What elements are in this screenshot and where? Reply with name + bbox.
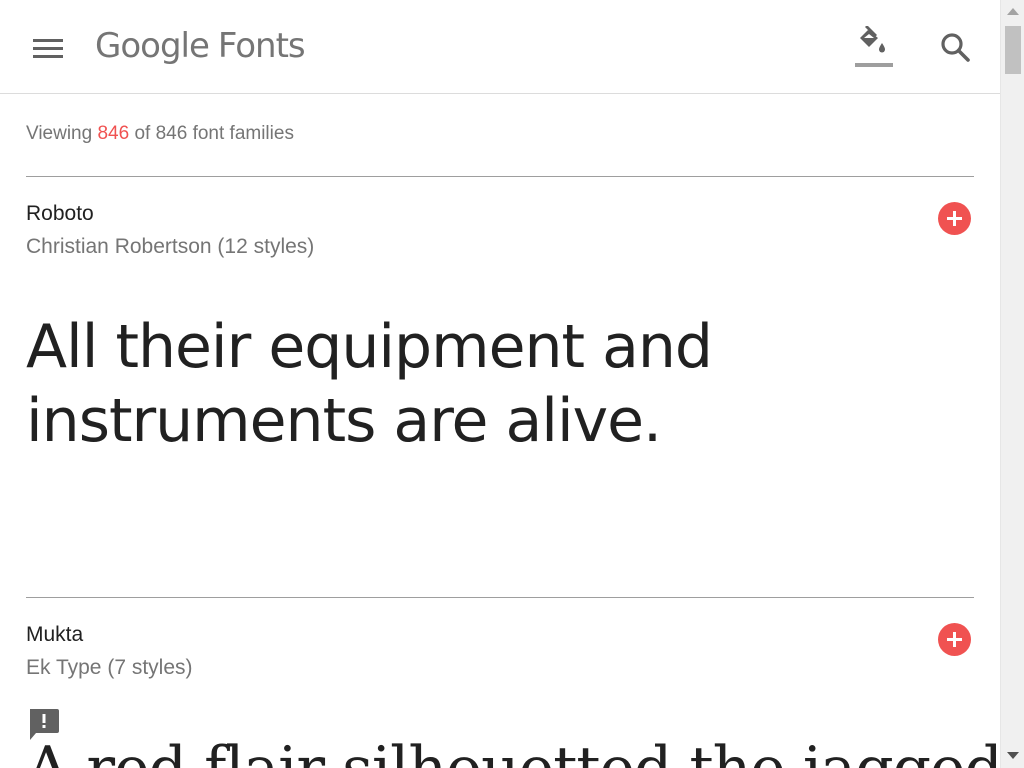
font-sample-text[interactable]: A red flair silhouetted the jagged edge … <box>26 732 1024 768</box>
menu-icon[interactable] <box>33 37 63 59</box>
format-color-fill-icon[interactable] <box>852 25 896 70</box>
add-font-button[interactable] <box>938 202 971 235</box>
viewing-prefix: Viewing <box>26 123 98 144</box>
search-icon[interactable] <box>938 30 972 64</box>
google-fonts-app: Google Fonts Viewing 846 of 846 font fami… <box>0 0 1024 768</box>
card-divider <box>26 597 974 598</box>
card-divider <box>26 176 974 177</box>
font-family-name[interactable]: Mukta <box>26 623 83 647</box>
scrollbar-thumb[interactable] <box>1005 26 1021 74</box>
font-designer-styles: Ek Type (7 styles) <box>26 656 193 679</box>
font-family-name[interactable]: Roboto <box>26 202 94 226</box>
viewing-count-text: Viewing 846 of 846 font families <box>26 123 294 145</box>
logo-fonts-text: Fonts <box>217 26 306 66</box>
vertical-scrollbar[interactable] <box>1000 0 1024 768</box>
app-logo[interactable]: Google Fonts <box>95 26 306 66</box>
add-font-button[interactable] <box>938 623 971 656</box>
theme-color-bar <box>855 63 893 67</box>
app-header: Google Fonts <box>0 0 1000 94</box>
scroll-up-arrow-icon[interactable] <box>1007 8 1019 15</box>
scroll-down-arrow-icon[interactable] <box>1007 752 1019 759</box>
logo-google-text: Google <box>95 26 210 66</box>
font-designer-styles: Christian Robertson (12 styles) <box>26 235 315 258</box>
viewing-count: 846 <box>97 123 130 144</box>
viewing-suffix: of 846 font families <box>129 123 294 144</box>
font-sample-text[interactable]: All their equipment and instruments are … <box>26 310 966 458</box>
